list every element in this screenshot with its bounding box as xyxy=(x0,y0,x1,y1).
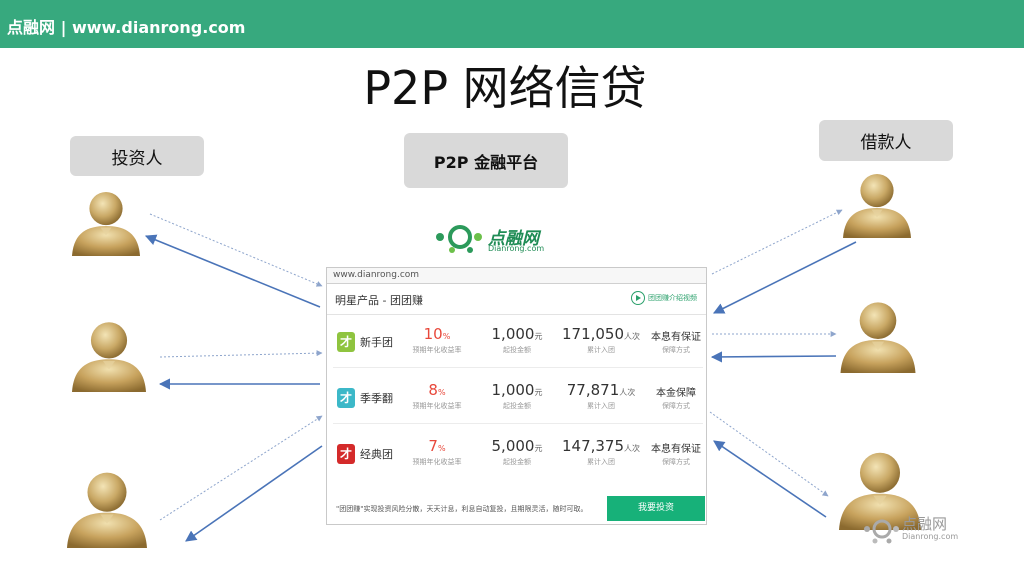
count-cell: 147,375人次 累计入团 xyxy=(553,436,649,467)
arrow-platform-to-investor1 xyxy=(144,234,321,308)
count-unit: 人次 xyxy=(624,444,641,453)
count-unit: 人次 xyxy=(619,388,636,397)
guarantee-value: 本息有保证 xyxy=(651,332,701,343)
min-unit: 元 xyxy=(534,444,543,453)
arrow-borrower3-to-platform xyxy=(713,440,827,518)
min-label: 起投金额 xyxy=(503,458,531,466)
count-label: 累计入团 xyxy=(587,402,615,410)
dianrong-logo: 点融网 Dianrong.com xyxy=(430,208,568,266)
panel-heading: 明星产品 - 团团赚 xyxy=(335,294,423,307)
watermark-logo: 点融网 Dianrong.com xyxy=(862,512,962,548)
arrow-borrower1-to-platform xyxy=(712,241,857,314)
product-badge-icon: 才 xyxy=(337,444,355,464)
rate-cell: 7% 预期年化收益率 xyxy=(397,436,477,467)
min-value: 1,000 xyxy=(491,381,535,399)
count-cell: 77,871人次 累计入团 xyxy=(553,380,649,411)
count-label: 累计入团 xyxy=(587,458,615,466)
row-divider xyxy=(333,423,703,424)
rate-value: 10 xyxy=(423,325,443,343)
product-badge-icon: 才 xyxy=(337,332,355,352)
guarantee-cell: 本息有保证 保障方式 xyxy=(643,436,709,467)
min-label: 起投金额 xyxy=(503,402,531,410)
product-row-2[interactable]: 才 季季翻 8% 预期年化收益率 1,000元 起投金额 77,871人次 累计… xyxy=(327,372,706,424)
arrow-borrower2-to-platform xyxy=(710,351,837,363)
row-divider xyxy=(333,367,703,368)
guarantee-value: 本息有保证 xyxy=(651,444,701,455)
dianrong-logo-icon xyxy=(436,225,482,253)
rate-value: 8 xyxy=(428,381,438,399)
guarantee-label: 保障方式 xyxy=(662,346,690,354)
guarantee-cell: 本息有保证 保障方式 xyxy=(643,324,709,355)
product-row-3[interactable]: 才 经典团 7% 预期年化收益率 5,000元 起投金额 147,375人次 累… xyxy=(327,428,706,480)
min-cell: 5,000元 起投金额 xyxy=(477,436,557,467)
arrow-investor2-to-platform xyxy=(159,350,323,358)
min-unit: 元 xyxy=(534,388,543,397)
arrow-platform-to-borrower1 xyxy=(711,209,843,275)
min-cell: 1,000元 起投金额 xyxy=(477,380,557,411)
arrow-platform-to-investor3 xyxy=(185,445,323,542)
count-value: 77,871 xyxy=(566,381,620,399)
count-label: 累计入团 xyxy=(587,346,615,354)
count-value: 171,050 xyxy=(561,325,625,343)
count-value: 147,375 xyxy=(561,437,625,455)
rate-label: 预期年化收益率 xyxy=(412,458,462,466)
rate-cell: 10% 预期年化收益率 xyxy=(397,324,477,355)
platform-screenshot-panel: www.dianrong.com 明星产品 - 团团赚 团团赚介绍视频 才 新手… xyxy=(326,267,707,525)
invest-button[interactable]: 我要投资 xyxy=(607,496,705,521)
min-label: 起投金额 xyxy=(503,346,531,354)
min-unit: 元 xyxy=(534,332,543,341)
product-name: 经典团 xyxy=(360,448,393,461)
product-row-1[interactable]: 才 新手团 10% 预期年化收益率 1,000元 起投金额 171,050人次 … xyxy=(327,316,706,368)
arrow-platform-to-borrower3 xyxy=(709,411,829,497)
count-cell: 171,050人次 累计入团 xyxy=(553,324,649,355)
video-link-label: 团团赚介绍视频 xyxy=(648,294,697,302)
watermark-text-en: Dianrong.com xyxy=(902,532,959,541)
count-unit: 人次 xyxy=(624,332,641,341)
arrow-investor1-to-platform xyxy=(149,213,323,287)
panel-footer-text: "团团赚"实现投资风险分散，天天计息，利息自动复投，且期限灵活，随时可取。 xyxy=(336,505,588,513)
rate-value: 7 xyxy=(428,437,438,455)
product-badge-icon: 才 xyxy=(337,388,355,408)
min-cell: 1,000元 起投金额 xyxy=(477,324,557,355)
rate-unit: % xyxy=(437,444,446,453)
guarantee-label: 保障方式 xyxy=(662,402,690,410)
arrow-investor3-to-platform xyxy=(159,415,323,521)
panel-divider xyxy=(327,314,706,315)
product-name: 季季翻 xyxy=(360,392,393,405)
min-value: 1,000 xyxy=(491,325,535,343)
watermark-text-cn: 点融网 xyxy=(902,515,948,533)
video-link[interactable]: 团团赚介绍视频 xyxy=(631,291,697,305)
rate-unit: % xyxy=(442,332,451,341)
rate-unit: % xyxy=(437,388,446,397)
guarantee-cell: 本金保障 保障方式 xyxy=(643,380,709,411)
watermark-logo-icon xyxy=(864,519,899,544)
rate-label: 预期年化收益率 xyxy=(412,346,462,354)
rate-label: 预期年化收益率 xyxy=(412,402,462,410)
guarantee-label: 保障方式 xyxy=(662,458,690,466)
browser-url: www.dianrong.com xyxy=(327,268,706,284)
rate-cell: 8% 预期年化收益率 xyxy=(397,380,477,411)
guarantee-value: 本金保障 xyxy=(656,388,696,399)
product-name: 新手团 xyxy=(360,336,393,349)
min-value: 5,000 xyxy=(491,437,535,455)
play-icon xyxy=(631,291,645,305)
logo-text-en: Dianrong.com xyxy=(488,244,545,253)
